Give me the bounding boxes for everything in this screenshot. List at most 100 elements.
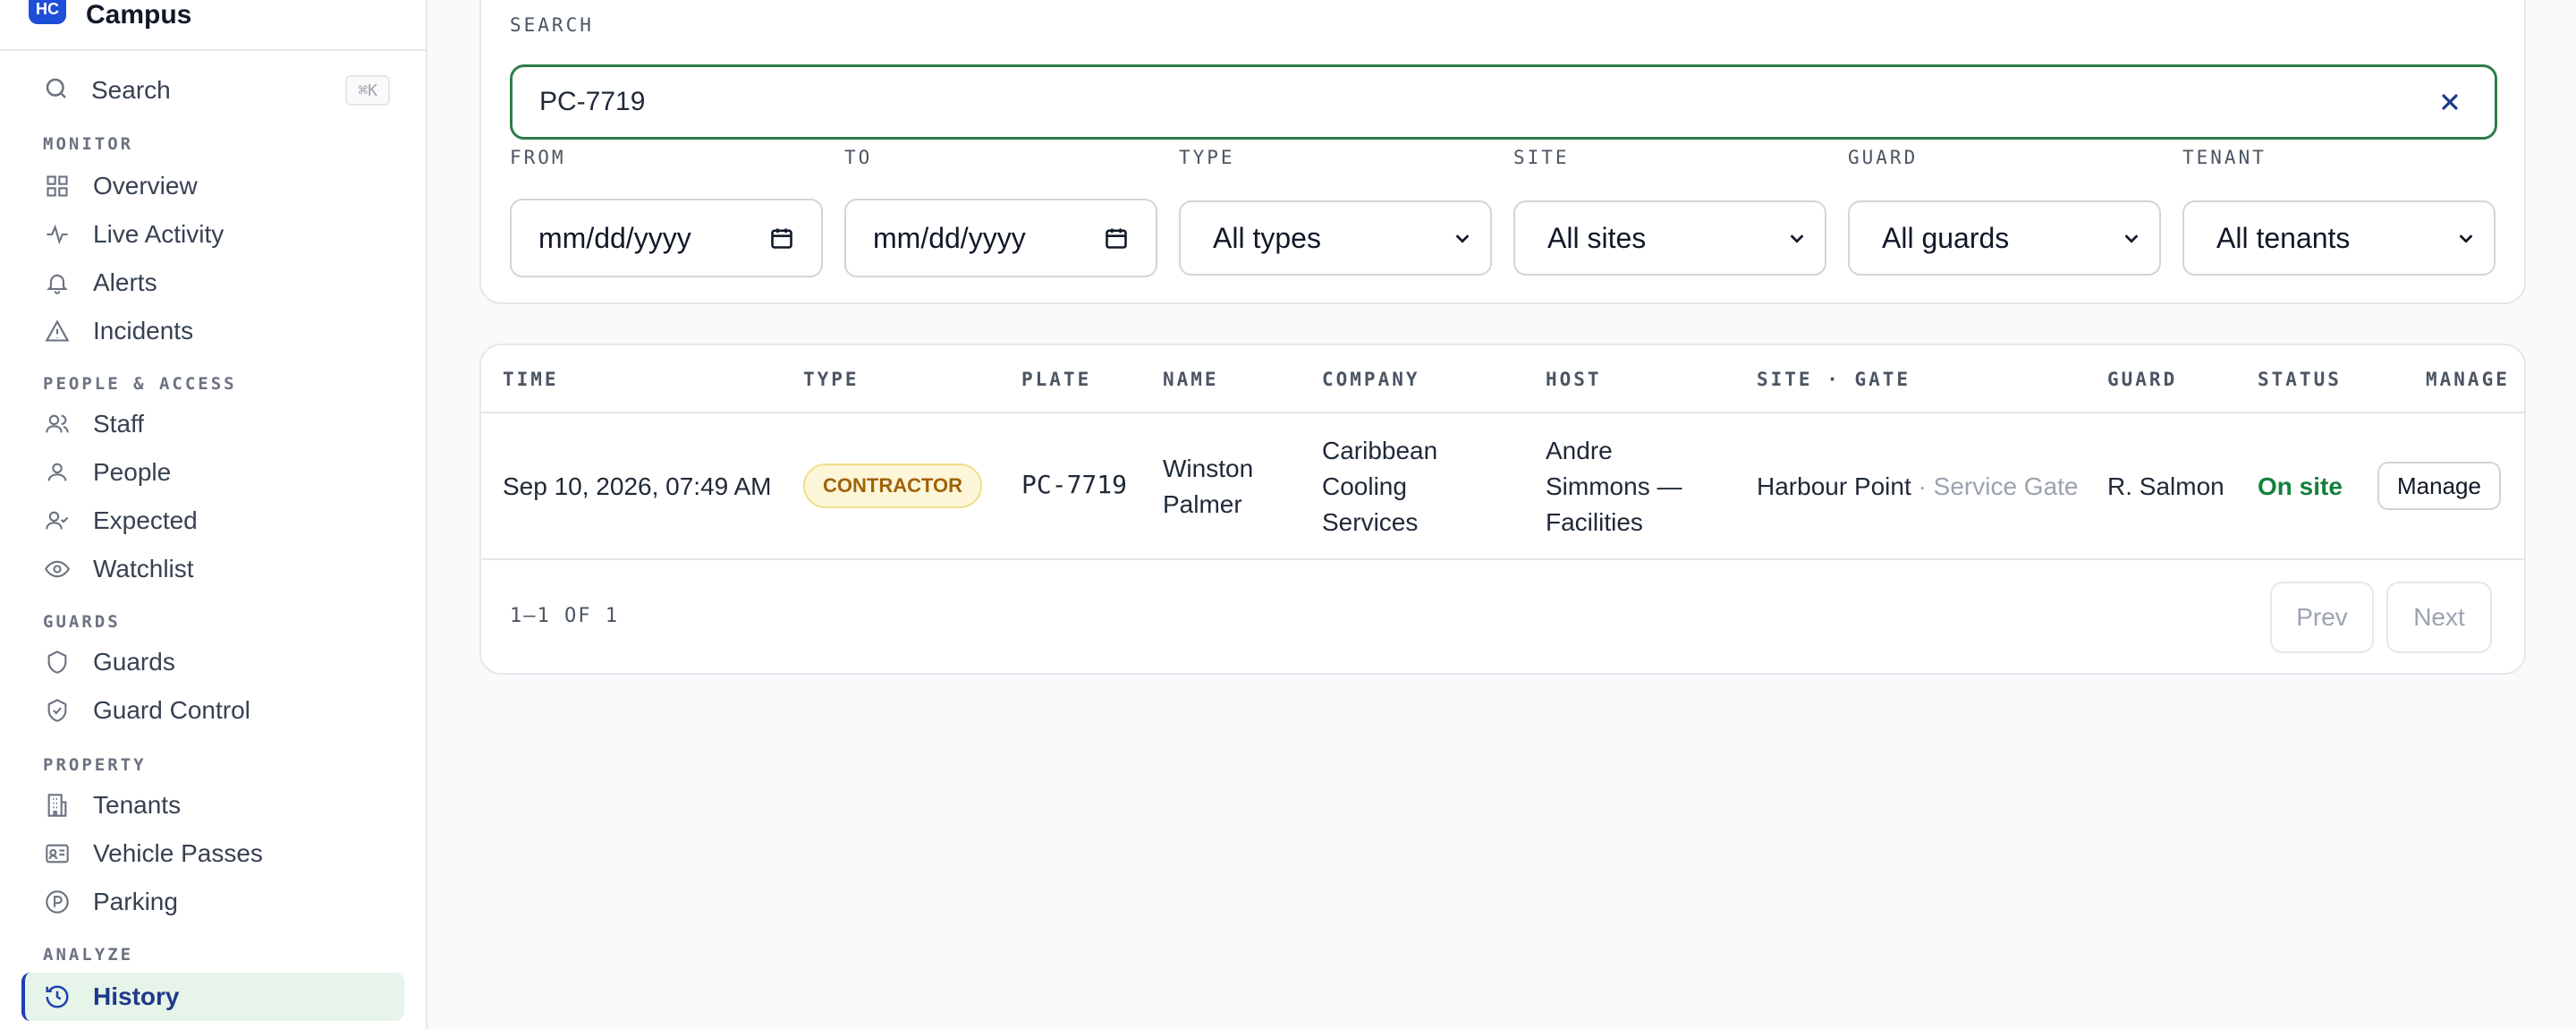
sidebar-search-label: Search [91,76,171,104]
cell-host-line: Facilities [1546,508,1643,536]
cell-plate: PC-7719 [1021,470,1128,499]
brand-logo: HC [29,0,66,24]
grid-icon [43,172,72,200]
from-date-placeholder: mm/dd/yyyy [538,221,691,254]
sidebar-item-label: Vehicle Passes [93,839,263,867]
sidebar-item-label: Watchlist [93,555,194,583]
user-icon [43,458,72,487]
from-date-input[interactable]: mm/dd/yyyy [510,199,823,277]
column-header-manage: MANAGE [2426,369,2510,390]
sidebar: HC Campus Search ⌘K MONITOR Overview Liv… [0,0,428,1029]
next-page-button[interactable]: Next [2386,582,2492,653]
app-root: HC Campus Search ⌘K MONITOR Overview Liv… [0,0,2576,1029]
cell-company: Caribbean Cooling Services [1322,433,1437,540]
to-date-input[interactable]: mm/dd/yyyy [844,199,1157,277]
sidebar-item-vehicle-passes[interactable]: Vehicle Passes [43,834,404,873]
column-header-host[interactable]: HOST [1546,369,1602,390]
section-people-access: PEOPLE & ACCESS [43,374,237,394]
sidebar-item-label: Expected [93,506,198,534]
sidebar-item-guards[interactable]: Guards [43,642,404,682]
column-header-site-gate[interactable]: SITE · GATE [1757,369,1911,390]
sidebar-item-live-activity[interactable]: Live Activity [43,215,404,254]
sidebar-item-label: History [93,982,180,1010]
pagination-count: 1–1 OF 1 [510,605,619,627]
prev-page-button[interactable]: Prev [2270,582,2374,653]
sidebar-item-incidents[interactable]: Incidents [43,311,404,351]
column-header-type[interactable]: TYPE [803,369,860,390]
sidebar-item-tenants[interactable]: Tenants [43,786,404,825]
brand-name: Campus [86,0,192,30]
sidebar-item-staff[interactable]: Staff [43,404,404,444]
sidebar-item-history[interactable]: History [21,973,404,1021]
brand[interactable]: HC Campus [29,0,191,30]
search-shortcut-badge: ⌘K [345,75,390,106]
shield-check-icon [43,696,72,725]
chevron-down-icon [1455,234,1470,243]
sidebar-item-label: Tenants [93,791,182,819]
sidebar-item-label: Staff [93,410,145,438]
sidebar-item-watchlist[interactable]: Watchlist [43,549,404,589]
sidebar-item-expected[interactable]: Expected [43,501,404,540]
history-icon [43,982,72,1011]
section-property: PROPERTY [43,755,147,775]
guard-select[interactable]: All guards [1848,200,2161,276]
calendar-icon [771,228,792,249]
cell-gate: · Service Gate [1918,472,2079,500]
sidebar-item-overview[interactable]: Overview [43,166,404,206]
cell-time: Sep 10, 2026, 07:49 AM [503,472,772,500]
sidebar-item-people[interactable]: People [43,453,404,492]
sidebar-item-label: Guards [93,648,175,676]
bell-icon [43,268,72,297]
cell-company-line: Caribbean [1322,437,1438,464]
activity-icon [43,220,72,249]
search-field[interactable] [510,64,2497,140]
tenant-select-value: All tenants [2216,221,2351,254]
id-card-icon [43,839,72,868]
column-header-plate[interactable]: PLATE [1021,369,1091,390]
tenant-select[interactable]: All tenants [2182,200,2496,276]
column-header-guard[interactable]: GUARD [2107,369,2177,390]
section-guards: GUARDS [43,612,121,632]
sidebar-item-alerts[interactable]: Alerts [43,263,404,302]
warning-icon [43,317,72,345]
chevron-down-icon [1790,234,1804,243]
cell-host-line: Andre [1546,437,1613,464]
users-icon [43,410,72,438]
search-input[interactable] [539,87,2432,117]
type-select[interactable]: All types [1179,200,1492,276]
from-label: FROM [510,147,566,168]
history-table: TIME TYPE PLATE NAME COMPANY HOST SITE ·… [479,344,2526,675]
cell-company-line: Services [1322,508,1419,536]
table-header: TIME TYPE PLATE NAME COMPANY HOST SITE ·… [481,345,2524,413]
cell-host-line: Simmons — [1546,472,1682,500]
user-check-icon [43,506,72,535]
building-icon [43,791,72,820]
column-header-company[interactable]: COMPANY [1322,369,1420,390]
chevron-down-icon [2124,234,2139,243]
section-analyze: ANALYZE [43,945,134,965]
search-icon [43,75,70,106]
type-badge: CONTRACTOR [803,463,983,508]
sidebar-item-label: Guard Control [93,696,250,724]
site-select[interactable]: All sites [1513,200,1826,276]
column-header-time[interactable]: TIME [503,369,559,390]
site-select-value: All sites [1547,221,1647,254]
clear-search-button[interactable] [2432,84,2468,120]
manage-button[interactable]: Manage [2377,462,2501,510]
table-row[interactable]: Sep 10, 2026, 07:49 AM CONTRACTOR PC-771… [481,413,2524,560]
sidebar-item-guard-control[interactable]: Guard Control [43,691,404,730]
type-label: TYPE [1179,147,1235,168]
sidebar-item-parking[interactable]: Parking [43,882,404,922]
sidebar-divider [0,49,426,51]
cell-guard: R. Salmon [2107,472,2224,500]
calendar-icon [1106,228,1127,249]
column-header-name[interactable]: NAME [1163,369,1219,390]
section-monitor: MONITOR [43,134,134,154]
chevron-down-icon [2459,234,2473,243]
tenant-label: TENANT [2182,147,2267,168]
column-header-status[interactable]: STATUS [2258,369,2342,390]
sidebar-search[interactable]: Search ⌘K [43,72,390,109]
sidebar-item-label: Overview [93,172,198,200]
cell-name-line: Palmer [1163,490,1242,518]
guard-label: GUARD [1848,147,1919,168]
